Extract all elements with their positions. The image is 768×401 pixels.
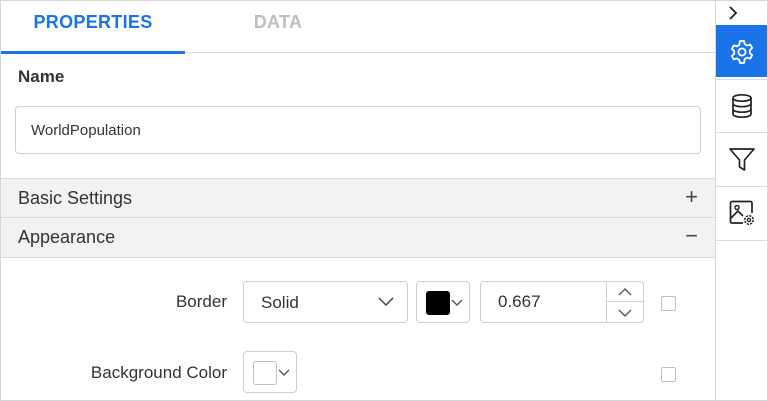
background-color-label: Background Color <box>90 363 227 382</box>
collapse-icon[interactable]: − <box>685 224 698 248</box>
border-color-picker[interactable] <box>416 281 470 323</box>
appearance-header[interactable]: Appearance − <box>1 218 716 258</box>
spin-buttons <box>606 282 643 322</box>
basic-settings-header[interactable]: Basic Settings + <box>1 178 716 218</box>
chevron-right-icon <box>729 6 738 20</box>
rail-divider <box>716 240 767 241</box>
border-style-value: Solid <box>261 293 299 312</box>
background-color-picker[interactable] <box>243 351 297 393</box>
chevron-down-icon <box>451 299 463 306</box>
rail-item-data[interactable] <box>716 79 767 131</box>
border-width-stepper <box>480 281 644 323</box>
increment-button[interactable] <box>607 282 643 302</box>
collapse-rail-button[interactable] <box>716 1 767 25</box>
image-settings-icon <box>729 200 754 225</box>
tab-data[interactable]: DATA <box>185 1 371 53</box>
rail-item-filter[interactable] <box>716 132 767 184</box>
gear-icon <box>730 40 754 64</box>
border-width-input[interactable] <box>481 282 607 322</box>
border-label: Border <box>175 292 227 311</box>
rail-item-properties[interactable] <box>716 25 767 77</box>
basic-settings-title: Basic Settings <box>18 188 133 208</box>
name-label: Name <box>18 67 65 86</box>
background-color-checkbox[interactable] <box>661 367 676 382</box>
border-style-dropdown[interactable]: Solid <box>243 281 408 323</box>
rail-item-image-settings[interactable] <box>716 186 767 238</box>
properties-panel: PROPERTIES DATA Name Basic Settings + Ap… <box>0 0 716 401</box>
chevron-down-icon <box>278 369 290 376</box>
chevron-down-icon <box>378 297 394 307</box>
border-color-swatch <box>426 291 450 315</box>
expand-icon[interactable]: + <box>685 185 698 209</box>
database-icon <box>732 93 752 119</box>
chevron-down-icon <box>618 309 632 317</box>
tab-properties[interactable]: PROPERTIES <box>1 1 185 54</box>
name-input[interactable] <box>15 106 701 154</box>
border-checkbox[interactable] <box>661 296 676 311</box>
background-color-swatch <box>253 361 277 385</box>
chevron-up-icon <box>618 288 632 296</box>
filter-icon <box>729 148 755 171</box>
tab-bar: PROPERTIES DATA <box>1 1 716 54</box>
side-rail <box>715 0 768 401</box>
appearance-title: Appearance <box>18 227 116 247</box>
decrement-button[interactable] <box>607 302 643 322</box>
